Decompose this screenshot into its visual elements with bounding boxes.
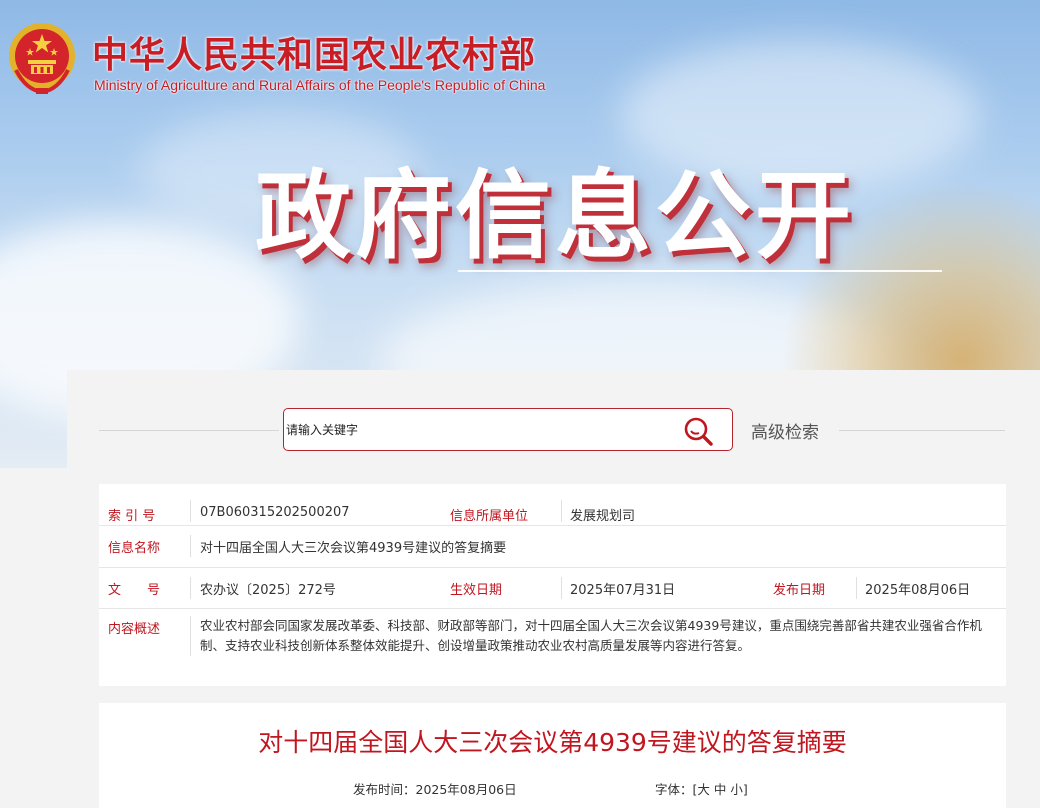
info-row: 索 引 号 07B060315202500207 信息所属单位 发展规划司 bbox=[99, 484, 1006, 526]
content-card: 高级检索 索 引 号 07B060315202500207 信息所属单位 发展规… bbox=[67, 370, 1040, 808]
info-row: 内容概述 农业农村部会同国家发展改革委、科技部、财政部等部门，对十四届全国人大三… bbox=[99, 608, 1006, 686]
title-value: 对十四届全国人大三次会议第4939号建议的答复摘要 bbox=[200, 541, 507, 556]
summary-text: 农业农村部会同国家发展改革委、科技部、财政部等部门，对十四届全国人大三次会议第4… bbox=[200, 618, 982, 653]
ministry-name: 中华人民共和国农业农村部 bbox=[92, 34, 537, 76]
unit-value: 发展规划司 bbox=[570, 509, 636, 524]
divider bbox=[190, 535, 191, 557]
title-underline bbox=[458, 270, 942, 272]
search-bar: 高级检索 bbox=[67, 370, 1040, 480]
search-icon[interactable] bbox=[682, 415, 714, 447]
font-size-label: 字体：[ bbox=[655, 782, 698, 797]
effective-date-label: 生效日期 bbox=[450, 583, 503, 598]
summary-label: 内容概述 bbox=[108, 622, 161, 637]
advanced-search-link[interactable]: 高级检索 bbox=[751, 418, 819, 443]
divider bbox=[190, 500, 191, 522]
publish-time: 发布时间：2025年08月06日 bbox=[353, 782, 517, 797]
title-label: 信息名称 bbox=[108, 541, 161, 556]
ministry-name-english: Ministry of Agriculture and Rural Affair… bbox=[94, 77, 546, 93]
divider bbox=[561, 500, 562, 522]
doc-number-label: 文 号 bbox=[108, 583, 161, 598]
info-table: 索 引 号 07B060315202500207 信息所属单位 发展规划司 信息… bbox=[99, 484, 1006, 686]
divider bbox=[839, 430, 1005, 431]
font-small-button[interactable]: 小 bbox=[730, 782, 743, 797]
search-input[interactable] bbox=[286, 419, 666, 441]
national-emblem-icon bbox=[9, 23, 75, 95]
section-title: 政府信息公开 bbox=[255, 160, 855, 272]
font-size-close: ] bbox=[742, 782, 748, 797]
divider bbox=[190, 577, 191, 599]
divider bbox=[856, 577, 857, 599]
index-value: 07B060315202500207 bbox=[200, 505, 350, 520]
unit-label: 信息所属单位 bbox=[450, 509, 529, 524]
article-panel: 对十四届全国人大三次会议第4939号建议的答复摘要 发布时间：2025年08月0… bbox=[99, 703, 1006, 808]
divider bbox=[561, 577, 562, 599]
effective-date-value: 2025年07月31日 bbox=[570, 583, 676, 598]
doc-number-value: 农办议〔2025〕272号 bbox=[200, 583, 336, 598]
article-title: 对十四届全国人大三次会议第4939号建议的答复摘要 bbox=[258, 728, 847, 757]
font-medium-button[interactable]: 中 bbox=[714, 782, 727, 797]
divider bbox=[99, 430, 279, 431]
publish-date-value: 2025年08月06日 bbox=[865, 583, 971, 598]
divider bbox=[190, 616, 191, 656]
font-large-button[interactable]: 大 bbox=[697, 782, 710, 797]
font-size-control: 字体：[大 中 小] bbox=[655, 779, 748, 798]
index-label: 索 引 号 bbox=[108, 509, 156, 524]
publish-date-label: 发布日期 bbox=[773, 583, 826, 598]
info-row: 信息名称 对十四届全国人大三次会议第4939号建议的答复摘要 bbox=[99, 525, 1006, 568]
search-box bbox=[283, 408, 733, 451]
info-row: 文 号 农办议〔2025〕272号 生效日期 2025年07月31日 发布日期 … bbox=[99, 567, 1006, 609]
